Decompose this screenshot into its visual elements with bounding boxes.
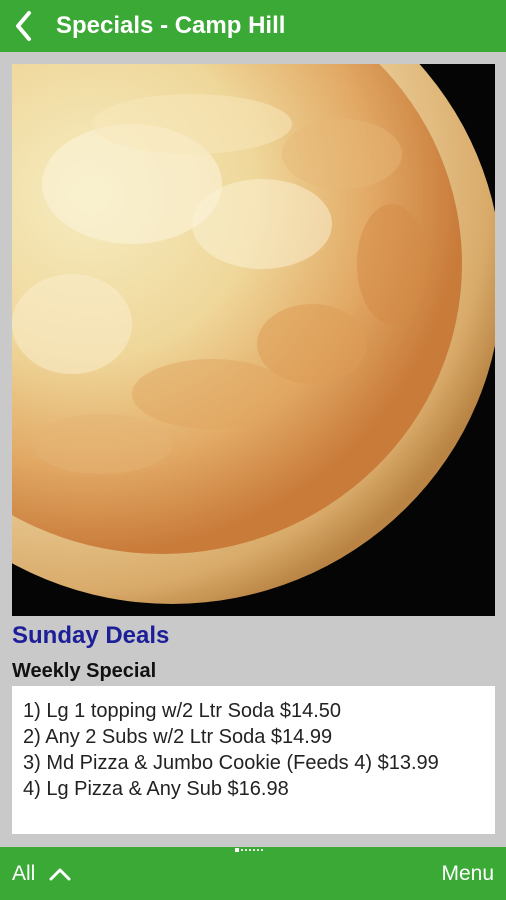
menu-button[interactable]: Menu: [441, 847, 494, 900]
deal-title: Sunday Deals: [12, 622, 170, 649]
pizza-image: [12, 64, 495, 616]
page-indicator: [235, 847, 263, 853]
deal-item: 3) Md Pizza & Jumbo Cookie (Feeds 4) $13…: [23, 752, 439, 774]
page-dot: [261, 849, 263, 851]
deal-item: 2) Any 2 Subs w/2 Ltr Soda $14.99: [23, 726, 333, 748]
deal-item: 4) Lg Pizza & Any Sub $16.98: [23, 778, 289, 800]
app-bar: Specials - Camp Hill: [0, 0, 506, 52]
all-label: All: [12, 861, 36, 885]
page-dot: [245, 849, 247, 851]
deal-item: 1) Lg 1 topping w/2 Ltr Soda $14.50: [23, 700, 342, 722]
chevron-left-icon: [16, 11, 31, 41]
bottom-bar: All Menu: [0, 847, 506, 900]
content-area: Sunday Deals Weekly Special 1) Lg 1 topp…: [0, 52, 506, 847]
page-dot: [249, 849, 251, 851]
page-title: Specials - Camp Hill: [56, 12, 286, 39]
deal-details: 1) Lg 1 topping w/2 Ltr Soda $14.50 2) A…: [12, 686, 495, 834]
page-dot: [235, 848, 239, 852]
page-dot: [253, 849, 255, 851]
chevron-up-icon: [49, 867, 71, 881]
all-button[interactable]: All: [0, 847, 71, 900]
page-dot: [241, 849, 243, 851]
back-button[interactable]: [0, 0, 48, 52]
deal-subtitle: Weekly Special: [12, 660, 157, 682]
page-dot: [257, 849, 259, 851]
